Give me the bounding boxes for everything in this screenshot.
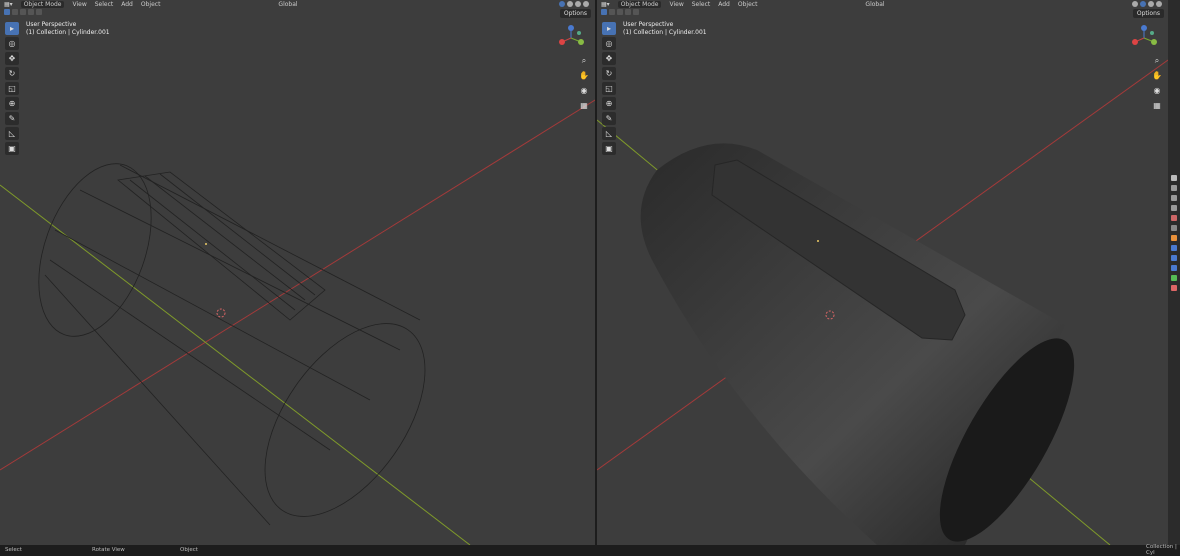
data-tab-icon[interactable] (1171, 275, 1177, 281)
material-tab-icon[interactable] (1171, 285, 1177, 291)
shading-buttons[interactable] (1132, 0, 1162, 7)
modifier-tab-icon[interactable] (1171, 245, 1177, 251)
status-bar: Select Rotate View Object Collection | C… (0, 544, 1180, 556)
view-name: User Perspective (623, 21, 674, 28)
add-cube-icon[interactable]: ▣ (602, 142, 616, 155)
scene-tab-icon[interactable] (1171, 215, 1177, 221)
options-dropdown[interactable]: Options (559, 9, 591, 18)
menu-add[interactable]: Add (121, 1, 133, 8)
scale-icon[interactable]: ◱ (602, 82, 616, 95)
camera-icon[interactable]: ◉ (1152, 86, 1162, 96)
solid-scene (597, 59, 1168, 545)
menu-object[interactable]: Object (141, 1, 161, 8)
menu-view[interactable]: View (72, 1, 86, 8)
selection-mode-buttons[interactable] (4, 9, 42, 15)
navigation-controls: ⌕ ✋ ◉ ▦ (579, 56, 589, 111)
viewport-left[interactable]: ▦▾ Object Mode View Select Add Object Gl… (0, 0, 595, 545)
menu-select[interactable]: Select (95, 1, 114, 8)
orientation-dropdown[interactable]: Global (865, 1, 884, 8)
view-name: User Perspective (26, 21, 77, 28)
mode-dropdown[interactable]: Object Mode (617, 0, 662, 8)
selection-mode-buttons[interactable] (601, 9, 639, 15)
toolbar: ▸ ◎ ✥ ↻ ◱ ⊕ ✎ ◺ ▣ (602, 22, 616, 155)
cursor-icon[interactable]: ◎ (602, 37, 616, 50)
world-tab-icon[interactable] (1171, 225, 1177, 231)
render-tab-icon[interactable] (1171, 185, 1177, 191)
viewport-info: User Perspective (1) Collection | Cylind… (623, 21, 707, 37)
add-cube-icon[interactable]: ▣ (5, 142, 19, 155)
zoom-icon[interactable]: ⌕ (1152, 56, 1162, 66)
annotate-icon[interactable]: ✎ (602, 112, 616, 125)
mode-dropdown[interactable]: Object Mode (20, 0, 65, 8)
move-icon[interactable]: ✥ (602, 52, 616, 65)
physics-tab-icon[interactable] (1171, 265, 1177, 271)
options-dropdown[interactable]: Options (1132, 9, 1164, 18)
measure-icon[interactable]: ◺ (5, 127, 19, 140)
object-tab-icon[interactable] (1171, 235, 1177, 241)
scale-icon[interactable]: ◱ (5, 82, 19, 95)
toolbar: ▸ ◎ ✥ ↻ ◱ ⊕ ✎ ◺ ▣ (5, 22, 19, 155)
camera-icon[interactable]: ◉ (579, 86, 589, 96)
grid-icon[interactable]: ▦ (1152, 101, 1162, 111)
editor-type-icon[interactable]: ▦▾ (4, 1, 13, 8)
select-box-icon[interactable]: ▸ (602, 22, 616, 35)
navigation-gizmo[interactable] (1130, 24, 1158, 52)
particles-tab-icon[interactable] (1171, 255, 1177, 261)
transform-icon[interactable]: ⊕ (5, 97, 19, 110)
grid-icon[interactable]: ▦ (579, 101, 589, 111)
hand-icon[interactable]: ✋ (1152, 71, 1162, 81)
rotate-icon[interactable]: ↻ (602, 67, 616, 80)
transform-icon[interactable]: ⊕ (602, 97, 616, 110)
viewport-header: ▦▾ Object Mode View Select Add Object Gl… (597, 0, 1168, 8)
output-tab-icon[interactable] (1171, 195, 1177, 201)
y-axis-line (0, 184, 471, 545)
status-select: Select (5, 546, 22, 553)
menu-add[interactable]: Add (718, 1, 730, 8)
view-layer-tab-icon[interactable] (1171, 205, 1177, 211)
viewport-info: User Perspective (1) Collection | Cylind… (26, 21, 110, 37)
annotate-icon[interactable]: ✎ (5, 112, 19, 125)
navigation-gizmo[interactable] (557, 24, 585, 52)
zoom-icon[interactable]: ⌕ (579, 56, 589, 66)
wireframe-scene (0, 99, 595, 545)
editor-type-icon[interactable]: ▦▾ (601, 1, 610, 8)
status-rotate-view: Rotate View (92, 546, 125, 553)
select-box-icon[interactable]: ▸ (5, 22, 19, 35)
collection-label: (1) Collection | Cylinder.001 (623, 29, 707, 36)
viewport-header: ▦▾ Object Mode View Select Add Object Gl… (0, 0, 595, 8)
orientation-dropdown[interactable]: Global (278, 1, 297, 8)
menu-view[interactable]: View (669, 1, 683, 8)
x-axis-line (0, 99, 595, 471)
navigation-controls: ⌕ ✋ ◉ ▦ (1152, 56, 1162, 111)
menu-select[interactable]: Select (692, 1, 711, 8)
tool-tab-icon[interactable] (1171, 175, 1177, 181)
properties-tabs (1168, 0, 1180, 545)
shading-buttons[interactable] (559, 0, 589, 7)
menu-object[interactable]: Object (738, 1, 758, 8)
hand-icon[interactable]: ✋ (579, 71, 589, 81)
measure-icon[interactable]: ◺ (602, 127, 616, 140)
viewport-right[interactable]: ▦▾ Object Mode View Select Add Object Gl… (597, 0, 1168, 545)
cursor-icon[interactable]: ◎ (5, 37, 19, 50)
rotate-icon[interactable]: ↻ (5, 67, 19, 80)
status-object: Object (180, 546, 198, 553)
collection-label: (1) Collection | Cylinder.001 (26, 29, 110, 36)
move-icon[interactable]: ✥ (5, 52, 19, 65)
